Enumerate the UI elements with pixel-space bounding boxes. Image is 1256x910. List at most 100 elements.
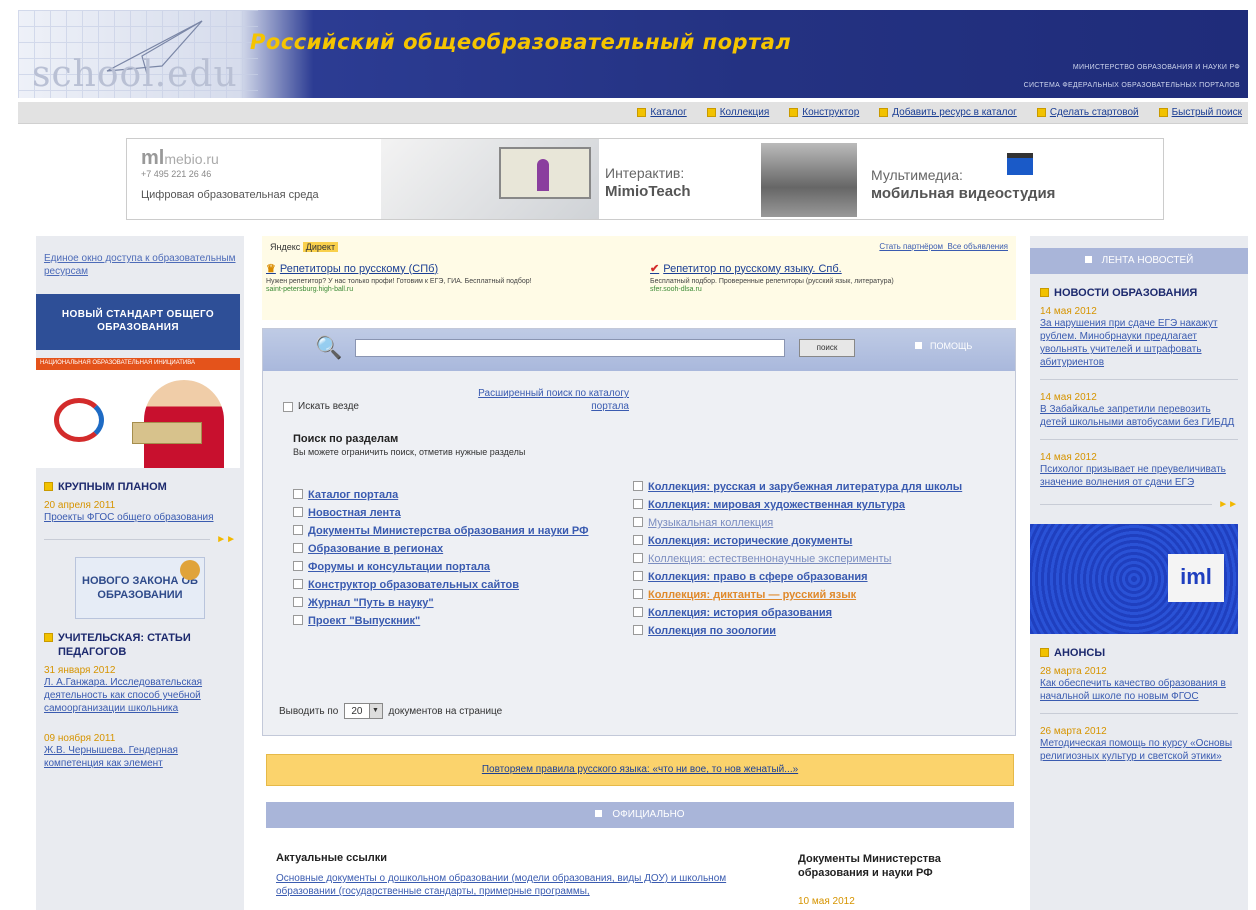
section-label[interactable]: Каталог портала <box>308 489 398 502</box>
section-option[interactable]: Коллекция: русская и зарубежная литерату… <box>633 481 983 494</box>
section-label[interactable]: Документы Министерства образования и нау… <box>308 525 589 538</box>
nav-label[interactable]: Сделать стартовой <box>1050 107 1139 118</box>
section-checkbox[interactable] <box>293 507 303 517</box>
news-title: НОВОСТИ ОБРАЗОВАНИЯ <box>1054 287 1198 299</box>
section-checkbox[interactable] <box>293 525 303 535</box>
ad-url[interactable]: saint-petersburg.high-ball.ru <box>266 286 596 293</box>
ad-title-text[interactable]: Репетиторы по русскому (СПб) <box>280 263 438 275</box>
nav-label[interactable]: Коллекция <box>720 107 770 118</box>
section-label[interactable]: Коллекция: естественнонаучные эксперимен… <box>648 553 891 566</box>
section-label[interactable]: Коллекция: русская и зарубежная литерату… <box>648 481 962 494</box>
section-option[interactable]: Коллекция: право в сфере образования <box>633 571 983 584</box>
search-everywhere-checkbox[interactable] <box>283 401 293 412</box>
section-option[interactable]: Коллекция по зоологии <box>633 625 983 638</box>
news-link[interactable]: Психолог призывает не преувеличивать зна… <box>1040 463 1238 489</box>
nav-label[interactable]: Быстрый поиск <box>1172 107 1242 118</box>
section-checkbox[interactable] <box>293 615 303 625</box>
section-option[interactable]: Музыкальная коллекция <box>633 517 983 530</box>
new-law-banner[interactable]: НОВОГО ЗАКОНА ОБ ОБРАЗОВАНИИ <box>75 557 205 619</box>
section-option[interactable]: Конструктор образовательных сайтов <box>293 579 589 592</box>
advanced-search-link[interactable]: Расширенный поиск по каталогу портала <box>469 387 629 413</box>
section-option[interactable]: Каталог портала <box>293 489 589 502</box>
more-arrow-icon[interactable]: ►► <box>216 534 236 545</box>
section-option[interactable]: Новостная лента <box>293 507 589 520</box>
announce-link[interactable]: Как обеспечить качество образования в на… <box>1040 677 1238 703</box>
actual-link[interactable]: Основные документы о дошкольном образова… <box>276 872 776 898</box>
iml-banner[interactable]: iml <box>1030 524 1238 634</box>
section-checkbox[interactable] <box>633 571 643 581</box>
nav-label[interactable]: Каталог <box>650 107 686 118</box>
nav-collection[interactable]: Коллекция <box>706 107 770 118</box>
become-partner-link[interactable]: Стать партнёром <box>879 242 943 251</box>
section-label[interactable]: Проект "Выпускник" <box>308 615 420 628</box>
section-option[interactable]: Образование в регионах <box>293 543 589 556</box>
section-label[interactable]: Коллекция: диктанты — русский язык <box>648 589 856 602</box>
more-arrow-icon[interactable]: ►► <box>1218 499 1238 510</box>
nav-label[interactable]: Добавить ресурс в каталог <box>892 107 1017 118</box>
section-option[interactable]: Коллекция: естественнонаучные эксперимен… <box>633 553 983 566</box>
section-option[interactable]: Коллекция: мировая художественная культу… <box>633 499 983 512</box>
section-checkbox[interactable] <box>293 561 303 571</box>
search-everywhere[interactable]: Искать везде <box>283 401 359 412</box>
section-label[interactable]: Новостная лента <box>308 507 401 520</box>
section-option[interactable]: Журнал "Путь в науку" <box>293 597 589 610</box>
rules-link[interactable]: Повторяем правила русского языка: «что н… <box>482 764 798 775</box>
section-label[interactable]: Конструктор образовательных сайтов <box>308 579 519 592</box>
section-checkbox[interactable] <box>633 535 643 545</box>
section-option[interactable]: Документы Министерства образования и нау… <box>293 525 589 538</box>
news-link[interactable]: В Забайкалье запретили перевозить детей … <box>1040 403 1238 429</box>
search-input[interactable] <box>355 339 785 357</box>
nav-add-resource[interactable]: Добавить ресурс в каталог <box>879 107 1017 118</box>
teacher-article-link[interactable]: Ж.В. Чернышева. Гендерная компетенция ка… <box>44 744 236 770</box>
nav-make-start[interactable]: Сделать стартовой <box>1036 107 1139 118</box>
section-label[interactable]: Коллекция по зоологии <box>648 625 776 638</box>
single-window-link[interactable]: Единое окно доступа к образовательным ре… <box>44 252 236 278</box>
ad-url[interactable]: sfer.sooh-dlsa.ru <box>650 286 980 293</box>
ad-banner[interactable]: mlmebio.ru +7 495 221 26 46 Цифровая обр… <box>126 138 1164 220</box>
teacher-article-link[interactable]: Л. А.Ганжара. Исследовательская деятельн… <box>44 676 236 715</box>
nav-label[interactable]: Конструктор <box>802 107 859 118</box>
new-standard-banner[interactable]: НОВЫЙ СТАНДАРТ ОБЩЕГО ОБРАЗОВАНИЯ <box>36 294 240 350</box>
section-label[interactable]: Коллекция: мировая художественная культу… <box>648 499 905 512</box>
announce-link[interactable]: Методическая помощь по курсу «Основы рел… <box>1040 737 1238 763</box>
section-label[interactable]: Журнал "Путь в науку" <box>308 597 434 610</box>
help-button[interactable]: ПОМОЩЬ <box>915 341 972 351</box>
nav-quick-search[interactable]: Быстрый поиск <box>1158 107 1242 118</box>
section-checkbox[interactable] <box>633 589 643 599</box>
section-option[interactable]: Коллекция: исторические документы <box>633 535 983 548</box>
section-checkbox[interactable] <box>293 597 303 607</box>
all-ads-link[interactable]: Все объявления <box>947 242 1008 251</box>
section-checkbox[interactable] <box>633 553 643 563</box>
site-logo[interactable]: school.edu <box>32 54 238 95</box>
search-button[interactable]: поиск <box>799 339 855 357</box>
section-checkbox[interactable] <box>633 499 643 509</box>
section-checkbox[interactable] <box>293 489 303 499</box>
section-option[interactable]: Форумы и консультации портала <box>293 561 589 574</box>
ad-title-text[interactable]: Репетитор по русскому языку. Спб. <box>663 263 841 275</box>
section-label[interactable]: Коллекция: право в сфере образования <box>648 571 868 584</box>
section-label[interactable]: Образование в регионах <box>308 543 443 556</box>
section-checkbox[interactable] <box>633 625 643 635</box>
section-option[interactable]: Коллекция: история образования <box>633 607 983 620</box>
section-checkbox[interactable] <box>293 579 303 589</box>
nav-catalog[interactable]: Каталог <box>637 107 687 118</box>
national-initiative-banner[interactable]: НАЦИОНАЛЬНАЯ ОБРАЗОВАТЕЛЬНАЯ ИНИЦИАТИВА <box>36 358 240 468</box>
section-checkbox[interactable] <box>293 543 303 553</box>
divider <box>44 539 211 540</box>
section-checkbox[interactable] <box>633 481 643 491</box>
news-link[interactable]: За нарушения при сдаче ЕГЭ накажут рубле… <box>1040 317 1238 369</box>
section-label[interactable]: Коллекция: история образования <box>648 607 832 620</box>
section-label[interactable]: Коллекция: исторические документы <box>648 535 852 548</box>
nav-constructor[interactable]: Конструктор <box>789 107 859 118</box>
chevron-down-icon[interactable]: ▼ <box>368 704 382 718</box>
closeup-link[interactable]: Проекты ФГОС общего образования <box>44 511 236 524</box>
ad-title[interactable]: ♛ Репетиторы по русскому (СПб) <box>266 262 596 276</box>
perpage-select[interactable]: 20 ▼ <box>344 703 383 719</box>
section-option[interactable]: Проект "Выпускник" <box>293 615 589 628</box>
section-checkbox[interactable] <box>633 517 643 527</box>
section-checkbox[interactable] <box>633 607 643 617</box>
section-option[interactable]: Коллекция: диктанты — русский язык <box>633 589 983 602</box>
ad-title[interactable]: ✔ Репетитор по русскому языку. Спб. <box>650 262 980 276</box>
section-label[interactable]: Музыкальная коллекция <box>648 517 773 530</box>
section-label[interactable]: Форумы и консультации портала <box>308 561 490 574</box>
